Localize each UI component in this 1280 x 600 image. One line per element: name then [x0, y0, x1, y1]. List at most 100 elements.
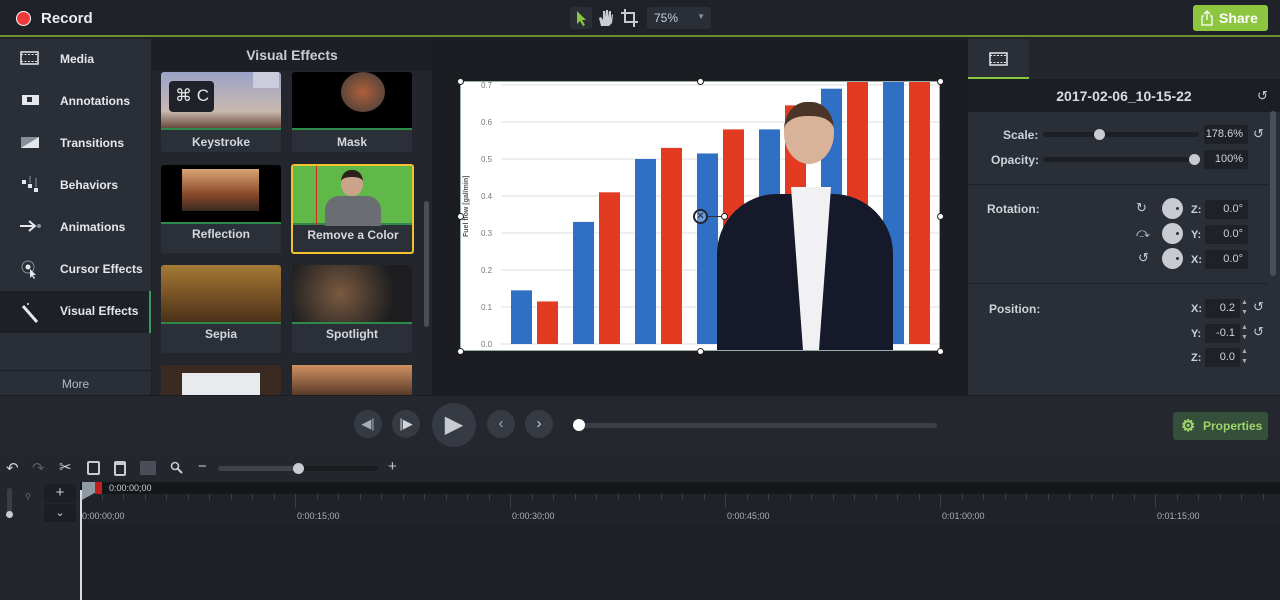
timeline-tick-label: 0:00:15;00: [297, 511, 340, 521]
step-back-button[interactable]: ◀|: [354, 410, 382, 438]
select-tool-button[interactable]: [570, 7, 592, 29]
tick-mark: [961, 494, 963, 500]
opacity-slider[interactable]: [1043, 157, 1199, 162]
effect-tile-sepia[interactable]: Sepia: [161, 265, 281, 353]
pan-tool-button[interactable]: [596, 8, 616, 28]
effect-tile-partial[interactable]: [161, 365, 281, 395]
zoom-magnifier-icon: [170, 461, 183, 474]
sidebar-item-annotations[interactable]: Annotations: [0, 81, 151, 123]
rotation-z-dial[interactable]: [1162, 198, 1183, 219]
effect-tile-spotlight[interactable]: Spotlight: [292, 265, 412, 353]
rotation-arm: [708, 216, 722, 217]
rotation-x-dial[interactable]: [1162, 248, 1183, 269]
preview-bar: [909, 82, 930, 344]
sidebar-item-visual-effects[interactable]: Visual Effects: [0, 291, 151, 333]
cut-icon[interactable]: ✂: [59, 458, 72, 476]
effect-tile-mask[interactable]: Mask: [292, 72, 412, 152]
timeline-tick-label: 0:00:45;00: [727, 511, 770, 521]
sidebar-item-media[interactable]: Media: [0, 39, 151, 81]
tab-media-properties[interactable]: [968, 39, 1029, 79]
collapse-tracks-button[interactable]: ⌄: [44, 504, 76, 522]
resize-handle[interactable]: [457, 348, 464, 355]
resize-handle[interactable]: [697, 78, 704, 85]
position-z-field[interactable]: 0.0: [1205, 348, 1240, 367]
zoom-dropdown[interactable]: 75% ▼: [647, 7, 711, 29]
properties-button[interactable]: ⚙ Properties: [1173, 412, 1268, 440]
play-button[interactable]: ▶: [432, 403, 476, 447]
rotation-z-field[interactable]: 0.0°: [1205, 200, 1248, 219]
rotation-handle[interactable]: [721, 213, 728, 220]
copy-icon[interactable]: [87, 461, 100, 475]
redo-icon[interactable]: ↷: [32, 459, 45, 477]
tick-mark: [746, 494, 748, 500]
scale-field[interactable]: 178.6%: [1204, 125, 1248, 144]
split-icon[interactable]: [140, 461, 156, 475]
reset-icon[interactable]: ↺: [1253, 324, 1264, 340]
playback-progress-bar[interactable]: [579, 423, 937, 428]
rotation-y-field[interactable]: 0.0°: [1205, 225, 1248, 244]
opacity-field[interactable]: 100%: [1204, 150, 1248, 169]
playhead-handle[interactable]: [82, 482, 95, 500]
resize-handle[interactable]: [457, 78, 464, 85]
timeline-ruler[interactable]: 0:00:00;00 0:00:00;00 0:00:15;00 0:00:30;0…: [80, 482, 1280, 525]
effect-tile-keystroke[interactable]: ⌘ C Keystroke: [161, 72, 281, 152]
undo-icon[interactable]: ↶: [6, 459, 19, 477]
paste-icon[interactable]: [114, 461, 126, 476]
resize-handle[interactable]: [697, 348, 704, 355]
sidebar-item-animations[interactable]: Animations: [0, 207, 151, 249]
zoom-in-button[interactable]: +: [388, 458, 397, 475]
timeline-zoom-knob[interactable]: [293, 463, 304, 474]
position-y-field[interactable]: -0.1: [1205, 324, 1240, 343]
more-button[interactable]: More: [0, 370, 151, 395]
sidebar-item-behaviors[interactable]: Behaviors: [0, 165, 151, 207]
tick-mark: [338, 494, 339, 500]
scale-slider-knob[interactable]: [1094, 129, 1106, 140]
crop-tool-button[interactable]: [620, 8, 640, 28]
effect-tile-remove-a-color[interactable]: Remove a Color: [291, 164, 414, 254]
properties-panel: 2017-02-06_10-15-22 ↺ Scale: 178.6% ↺ Op…: [968, 39, 1280, 395]
step-forward-button[interactable]: |▶: [392, 410, 420, 438]
effect-tile-partial[interactable]: [292, 365, 412, 395]
resize-handle[interactable]: [457, 213, 464, 220]
previous-button[interactable]: ‹: [487, 410, 515, 438]
rotation-center-handle[interactable]: ✕: [693, 209, 708, 224]
reset-icon[interactable]: ↺: [1253, 299, 1264, 315]
top-bar: Record 75% ▼ Share: [0, 0, 1280, 37]
position-x-field[interactable]: 0.2: [1205, 299, 1240, 318]
sidebar-item-cursor-effects[interactable]: Cursor Effects: [0, 249, 151, 291]
reset-icon[interactable]: ↺: [1253, 126, 1264, 142]
sidebar-item-transitions[interactable]: Transitions: [0, 123, 151, 165]
next-button[interactable]: ›: [525, 410, 553, 438]
tick-mark: [617, 494, 619, 500]
position-x-stepper[interactable]: ▲ ▼: [1241, 298, 1248, 318]
resize-handle[interactable]: [937, 213, 944, 220]
position-y-stepper[interactable]: ▲ ▼: [1241, 323, 1248, 343]
rotation-y-dial[interactable]: [1162, 223, 1183, 244]
position-z-stepper[interactable]: ▲ ▼: [1241, 347, 1248, 367]
resize-handle[interactable]: [937, 348, 944, 355]
scrollbar[interactable]: [1270, 111, 1276, 276]
sepia-thumbnail: [161, 265, 281, 324]
playback-scrubber[interactable]: [573, 419, 585, 431]
record-button[interactable]: Record: [0, 0, 110, 37]
opacity-slider-knob[interactable]: [1189, 154, 1200, 165]
tick-mark: [768, 494, 769, 500]
playhead-line[interactable]: [80, 490, 82, 600]
rotation-x-field[interactable]: 0.0°: [1205, 250, 1248, 269]
track-height-knob[interactable]: [6, 511, 13, 518]
effect-tile-reflection[interactable]: Reflection: [161, 165, 281, 253]
reflection-image: [182, 169, 259, 211]
add-track-button[interactable]: +: [44, 484, 76, 503]
preview-bar: [635, 159, 656, 344]
timeline-tracks[interactable]: [80, 525, 1280, 600]
scale-slider[interactable]: [1043, 132, 1199, 137]
zoom-out-button[interactable]: −: [198, 458, 207, 475]
reset-icon[interactable]: ↺: [1257, 88, 1268, 104]
slider-fill: [218, 466, 298, 471]
tick-mark: [1112, 494, 1113, 500]
resize-handle[interactable]: [937, 78, 944, 85]
playhead-out-marker[interactable]: [95, 482, 102, 494]
preview-bar: [537, 301, 558, 344]
scrollbar[interactable]: [424, 201, 429, 327]
share-button[interactable]: Share: [1193, 5, 1268, 31]
